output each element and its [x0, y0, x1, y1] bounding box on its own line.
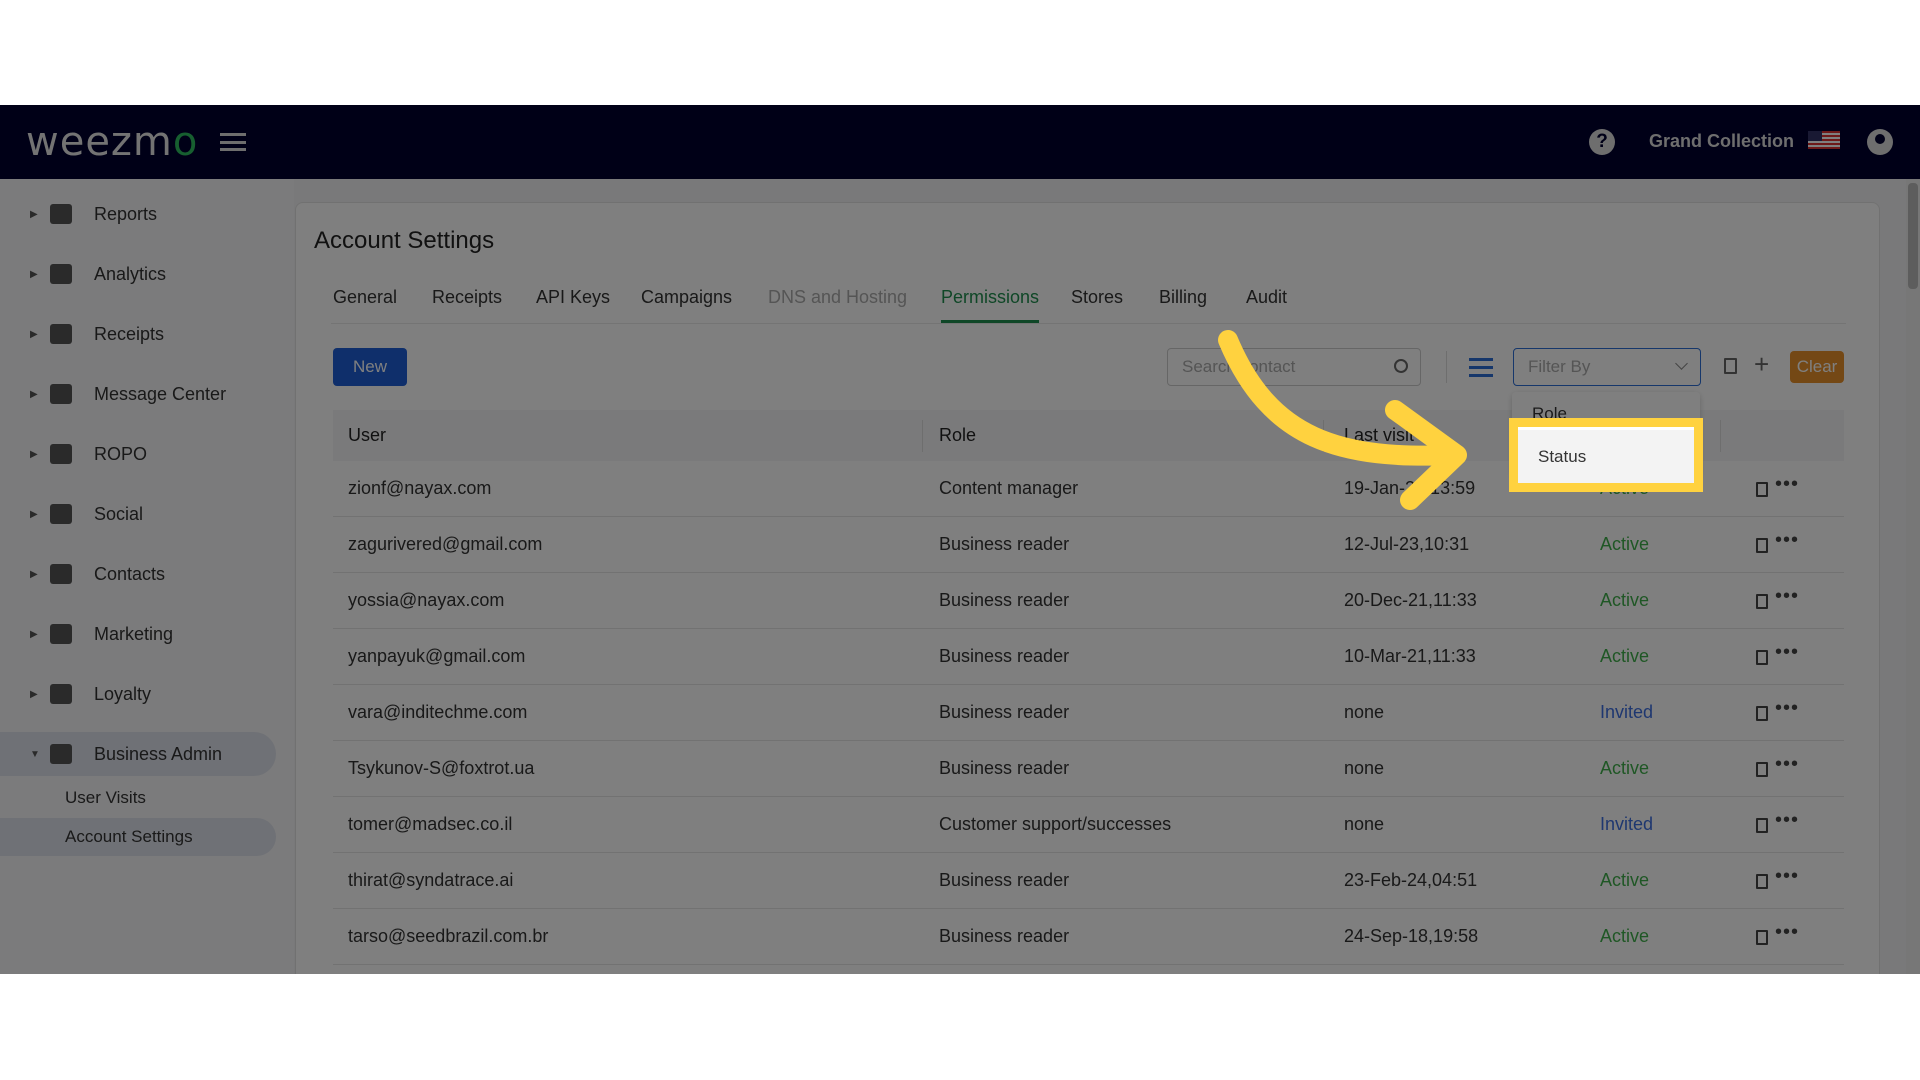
pointer-arrow-annotation — [1218, 330, 1467, 510]
